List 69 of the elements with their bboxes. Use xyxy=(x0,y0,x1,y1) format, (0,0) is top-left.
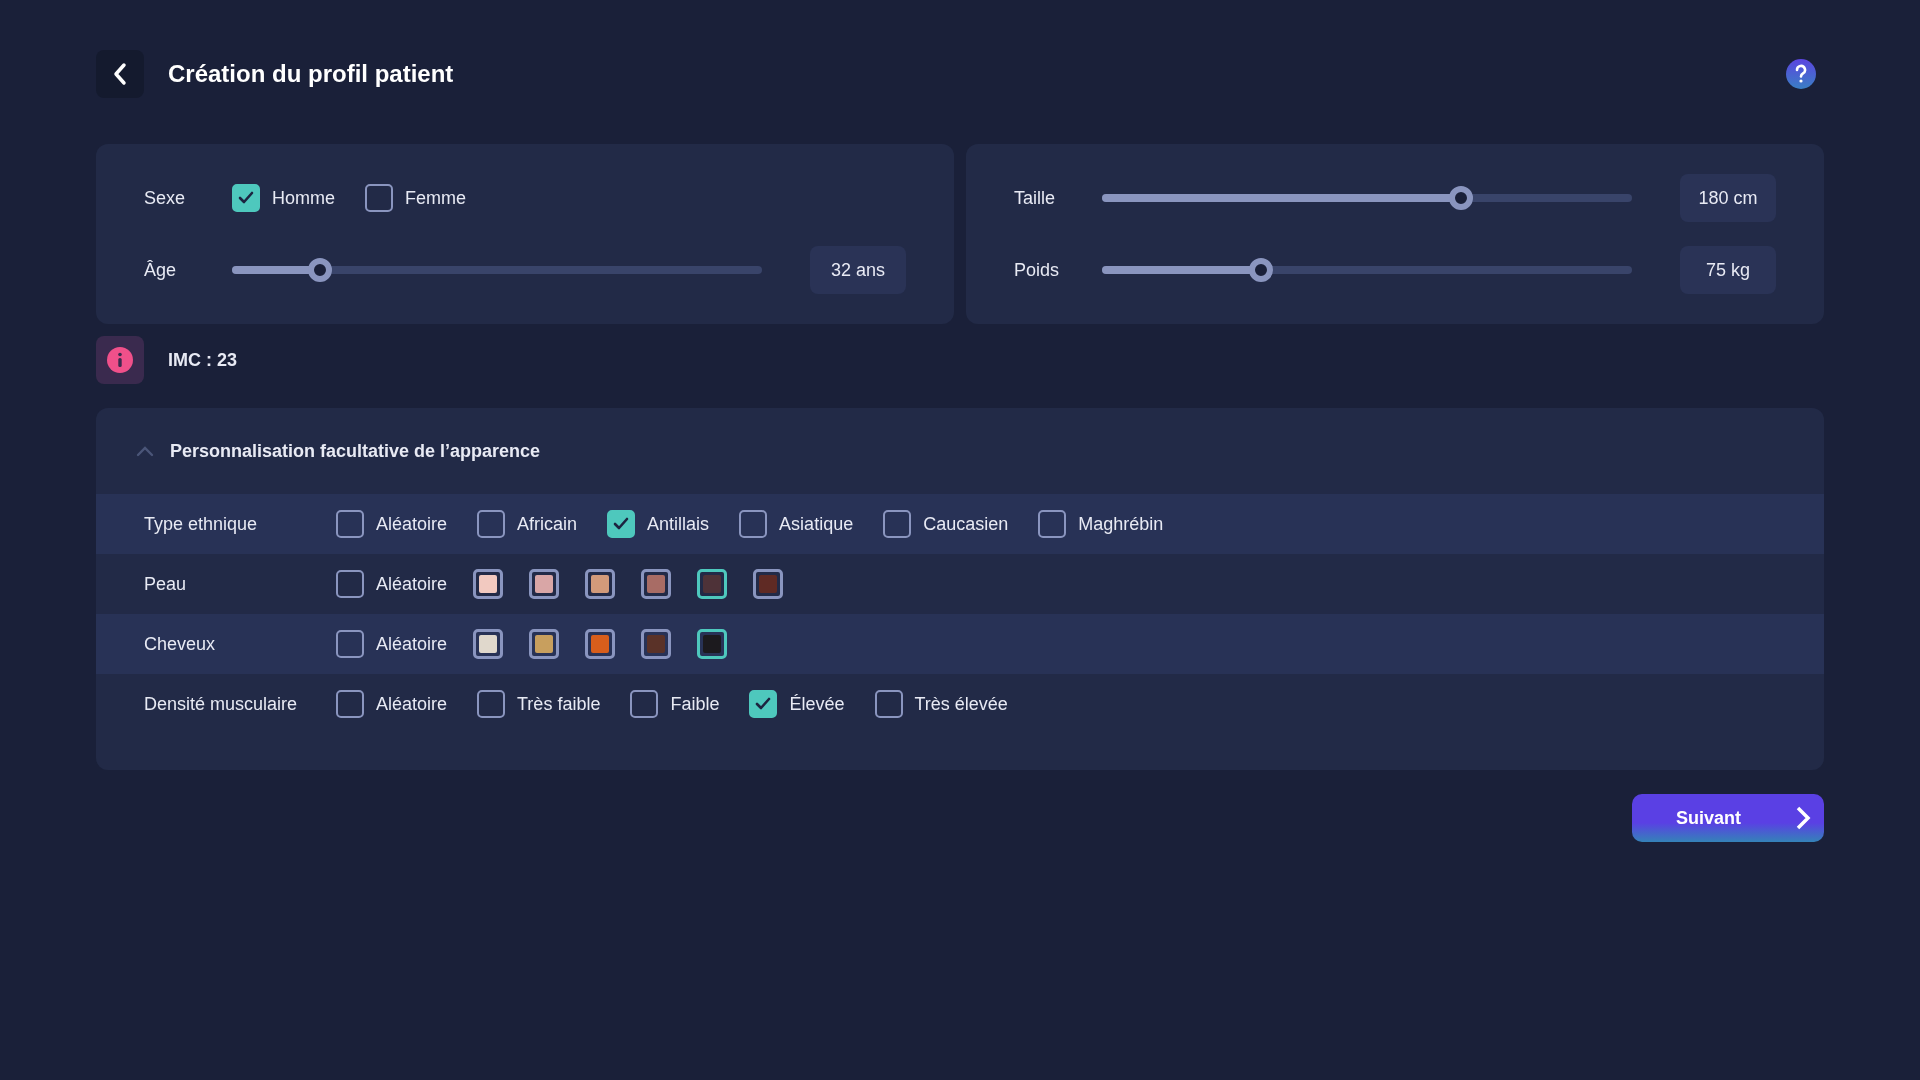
info-icon xyxy=(106,346,134,374)
section-title: Personnalisation facultative de l’apparence xyxy=(170,440,541,462)
checkbox[interactable] xyxy=(874,690,903,718)
checkbox[interactable] xyxy=(336,570,364,598)
option-label[interactable]: Africain xyxy=(517,513,578,535)
checkbox[interactable] xyxy=(336,690,364,718)
row-label: Cheveux xyxy=(144,633,217,655)
option-label[interactable]: Asiatique xyxy=(779,513,854,535)
value-display: 180 cm xyxy=(1680,174,1776,222)
color-swatch[interactable] xyxy=(697,629,728,659)
option-label[interactable]: Homme xyxy=(272,187,335,209)
checkbox[interactable] xyxy=(336,630,364,658)
checkbox[interactable] xyxy=(883,510,912,538)
slider[interactable] xyxy=(1102,186,1632,210)
slider-thumb[interactable] xyxy=(1448,186,1473,210)
option-label[interactable]: Antillais xyxy=(647,513,710,535)
checkbox[interactable] xyxy=(477,690,506,718)
page-title: Création du profil patient xyxy=(168,60,455,88)
option-label[interactable]: Élevée xyxy=(789,693,845,715)
color-swatch[interactable] xyxy=(641,629,672,659)
slider[interactable] xyxy=(232,258,762,282)
question-mark-icon xyxy=(1794,64,1808,84)
slider-thumb[interactable] xyxy=(1249,258,1273,282)
next-button[interactable]: Suivant xyxy=(1632,794,1824,842)
value-display: 75 kg xyxy=(1680,246,1776,294)
checkbox[interactable] xyxy=(739,510,768,538)
field-label: Poids xyxy=(1014,259,1061,281)
color-swatch[interactable] xyxy=(529,569,560,599)
option-label[interactable]: Faible xyxy=(670,693,720,715)
row-label: Peau xyxy=(144,573,188,595)
slider-thumb[interactable] xyxy=(307,258,332,282)
bmi-text: IMC : 23 xyxy=(168,349,237,371)
color-swatch[interactable] xyxy=(473,569,504,599)
checkbox[interactable] xyxy=(630,690,659,718)
option-label[interactable]: Aléatoire xyxy=(376,513,448,535)
checkbox[interactable] xyxy=(365,184,393,212)
color-swatch[interactable] xyxy=(585,569,616,599)
back-button[interactable] xyxy=(96,50,144,98)
slider[interactable] xyxy=(1102,258,1632,282)
option-label[interactable]: Très élevée xyxy=(914,693,1008,715)
checkbox[interactable] xyxy=(477,510,506,538)
field-label: Sexe xyxy=(144,187,187,209)
option-label[interactable]: Aléatoire xyxy=(376,573,448,595)
checkbox[interactable] xyxy=(1038,510,1067,538)
option-label[interactable]: Très faible xyxy=(517,693,601,715)
color-swatch[interactable] xyxy=(585,629,616,659)
field-label: Âge xyxy=(144,259,178,281)
checkbox[interactable] xyxy=(232,184,260,212)
collapse-toggle[interactable] xyxy=(136,445,154,457)
checkbox[interactable] xyxy=(607,510,636,538)
option-label[interactable]: Femme xyxy=(405,187,467,209)
checkbox[interactable] xyxy=(749,690,778,718)
color-swatch[interactable] xyxy=(473,629,504,659)
checkbox[interactable] xyxy=(336,510,364,538)
option-label[interactable]: Aléatoire xyxy=(376,693,448,715)
color-swatch[interactable] xyxy=(529,629,560,659)
option-label[interactable]: Aléatoire xyxy=(376,633,448,655)
help-button[interactable] xyxy=(1786,59,1816,89)
row-label: Type ethnique xyxy=(144,513,259,535)
option-label[interactable]: Maghrébin xyxy=(1078,513,1164,535)
option-label[interactable]: Caucasien xyxy=(923,513,1009,535)
value-display: 32 ans xyxy=(810,246,906,294)
color-swatch[interactable] xyxy=(753,569,784,599)
field-label: Taille xyxy=(1014,187,1057,209)
chevron-right-icon xyxy=(1794,805,1812,831)
row-label: Densité musculaire xyxy=(144,693,299,715)
color-swatch[interactable] xyxy=(641,569,672,599)
chevron-left-icon xyxy=(112,62,128,86)
color-swatch[interactable] xyxy=(697,569,728,599)
